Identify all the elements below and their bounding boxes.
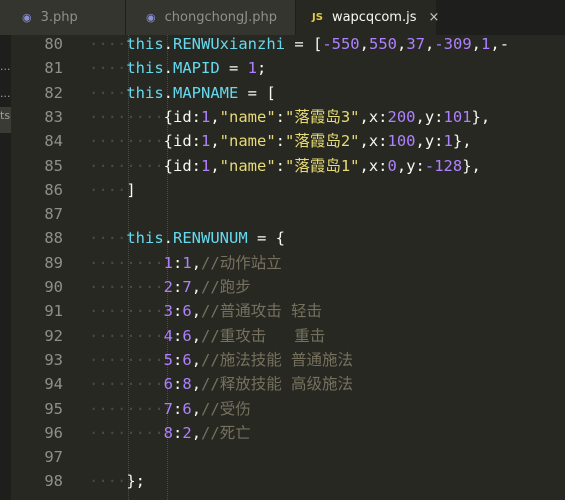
code-text: ········5:6,//施法技能 普通施法 [89, 350, 354, 369]
line-number: 96 [44, 423, 63, 442]
code-line[interactable]: 84 ········{id:1,"name":"落霞岛2",x:100,y:1}… [11, 129, 565, 153]
code-line[interactable]: 98 ····}; [11, 469, 565, 493]
tab-label: chongchongJ.php [164, 10, 277, 25]
line-number: 89 [44, 253, 63, 272]
code-line[interactable]: 90 ········2:7,//跑步 [11, 275, 565, 299]
line-number: 85 [44, 156, 63, 175]
code-text: ········1:1,//动作站立 [89, 253, 282, 272]
line-number: 86 [44, 180, 63, 199]
sidebar-fragment: ... [0, 87, 11, 100]
sidebar-fragment: ... [0, 60, 11, 73]
tab-wapcqcom-js[interactable]: JS wapcqcom.js × [296, 0, 439, 35]
code-line[interactable]: 83 ········{id:1,"name":"落霞岛3",x:200,y:10… [11, 105, 565, 129]
code-text: ········4:6,//重攻击 重击 [89, 326, 326, 345]
code-text: ····}; [89, 472, 145, 491]
tab-bar: ◉ 3.php ◉ chongchongJ.php JS wapcqcom.js… [0, 0, 565, 35]
code-text: ····] [89, 180, 136, 199]
sidebar-fragment: ts [0, 109, 11, 122]
code-line[interactable]: 92 ········4:6,//重攻击 重击 [11, 324, 565, 348]
code-editor[interactable]: 80 ····this.RENWUxianzhi = [-550,550,37,-… [11, 35, 565, 500]
code-text: ····this.MAPNAME = [ [89, 83, 276, 102]
tab-chongchongj-php[interactable]: ◉ chongchongJ.php [126, 0, 295, 35]
line-number: 87 [44, 205, 63, 224]
code-text: ········6:8,//释放技能 高级施法 [89, 375, 354, 394]
close-icon[interactable]: × [428, 10, 439, 25]
line-number: 94 [44, 375, 63, 394]
php-elephant-icon: ◉ [146, 11, 156, 24]
line-number: 98 [44, 472, 63, 491]
code-line[interactable]: 81 ····this.MAPID = 1; [11, 56, 565, 80]
code-text: ········{id:1,"name":"落霞岛1",x:0,y:-128}, [89, 156, 481, 175]
tab-3-php[interactable]: ◉ 3.php [0, 0, 125, 35]
line-number: 82 [44, 83, 63, 102]
code-text: ····this.RENWUxianzhi = [-550,550,37,-30… [89, 35, 510, 53]
line-number: 83 [44, 107, 63, 126]
code-text: ········{id:1,"name":"落霞岛3",x:200,y:101}… [89, 107, 491, 126]
code-line[interactable]: 94 ········6:8,//释放技能 高级施法 [11, 372, 565, 396]
code-line[interactable]: 93 ········5:6,//施法技能 普通施法 [11, 348, 565, 372]
code-text: ········8:2,//死亡 [89, 423, 251, 442]
line-number: 80 [44, 35, 63, 53]
code-line[interactable]: 87 [11, 202, 565, 226]
line-number: 92 [44, 326, 63, 345]
code-line[interactable]: 82 ····this.MAPNAME = [ [11, 81, 565, 105]
php-elephant-icon: ◉ [22, 11, 32, 24]
code-text: ········3:6,//普通攻击 轻击 [89, 302, 323, 321]
code-text: ····this.RENWUNUM = { [89, 229, 285, 248]
line-number: 93 [44, 350, 63, 369]
code-text: ········7:6,//受伤 [89, 399, 251, 418]
line-number: 97 [44, 448, 63, 467]
code-line[interactable]: 85 ········{id:1,"name":"落霞岛1",x:0,y:-128… [11, 154, 565, 178]
sidebar-edge: ... ... ts [0, 35, 11, 500]
code-text: ····this.MAPID = 1; [89, 59, 267, 78]
code-line[interactable]: 86 ····] [11, 178, 565, 202]
code-line[interactable]: 95 ········7:6,//受伤 [11, 397, 565, 421]
line-number: 95 [44, 399, 63, 418]
code-text: ········{id:1,"name":"落霞岛2",x:100,y:1}, [89, 132, 472, 151]
code-line[interactable]: 80 ····this.RENWUxianzhi = [-550,550,37,-… [11, 32, 565, 56]
code-text: ········2:7,//跑步 [89, 278, 251, 296]
line-number: 81 [44, 59, 63, 78]
code-line[interactable]: 91 ········3:6,//普通攻击 轻击 [11, 299, 565, 323]
tab-label: 3.php [40, 10, 78, 25]
line-number: 88 [44, 229, 63, 248]
line-number: 84 [44, 132, 63, 151]
js-file-icon: JS [312, 12, 323, 23]
code-line[interactable]: 96 ········8:2,//死亡 [11, 421, 565, 445]
code-line[interactable]: 97 [11, 445, 565, 469]
line-number: 91 [44, 302, 63, 321]
tab-label: wapcqcom.js [331, 10, 417, 25]
line-number: 90 [44, 278, 63, 296]
code-line[interactable]: 89 ········1:1,//动作站立 [11, 251, 565, 275]
code-line[interactable]: 88 ····this.RENWUNUM = { [11, 226, 565, 250]
